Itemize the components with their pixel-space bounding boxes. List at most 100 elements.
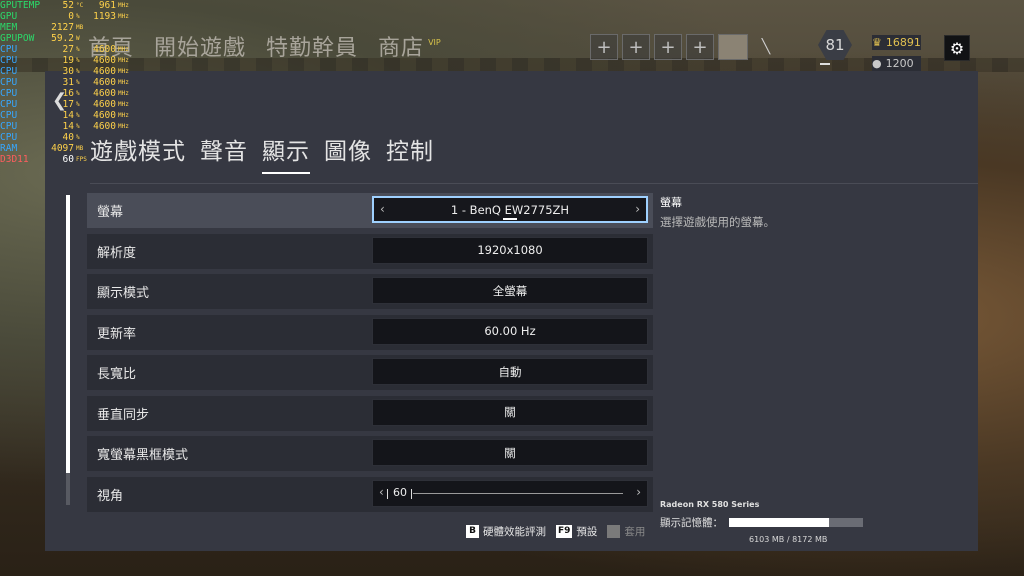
fov-slider[interactable]: ‹ 60 › bbox=[372, 479, 648, 507]
overlay-text: 19 bbox=[62, 55, 74, 66]
vram-usage-bar bbox=[729, 518, 863, 527]
button-label: 硬體效能評測 bbox=[483, 526, 546, 538]
key-hint: B bbox=[466, 525, 479, 538]
overlay-text bbox=[82, 33, 116, 44]
letterbox-selector[interactable]: 關 bbox=[372, 439, 648, 466]
tab-graphics[interactable]: 圖像 bbox=[324, 132, 372, 174]
overlay-text: °C bbox=[76, 2, 84, 9]
overlay-row: MEM 2127 MB bbox=[0, 22, 140, 33]
refresh-rate-selector[interactable]: 60.00 Hz bbox=[372, 317, 648, 345]
settings-list: 螢幕 ‹ 1 - BenQ EW2775ZH › 解析度 1920x1080 顯… bbox=[87, 193, 653, 517]
tab-divider bbox=[90, 183, 978, 184]
arrow-left-icon[interactable]: ‹ bbox=[380, 202, 385, 216]
overlay-text: 4600 bbox=[93, 99, 116, 110]
arrow-left-icon[interactable]: ‹ bbox=[379, 485, 384, 499]
setting-row-letterbox[interactable]: 寬螢幕黑框模式 關 bbox=[87, 436, 653, 471]
currency-display: ♛ 16891 ● 1200 bbox=[872, 35, 921, 76]
overlay-text: 30 bbox=[62, 66, 74, 77]
overlay-text: 4097 bbox=[51, 143, 74, 154]
overlay-text: CPU bbox=[0, 121, 18, 132]
setting-row-refresh-rate[interactable]: 更新率 60.00 Hz bbox=[87, 314, 653, 350]
vsync-selector[interactable]: 關 bbox=[372, 398, 648, 426]
setting-value: 關 bbox=[504, 445, 516, 460]
renown-icon: ♛ bbox=[872, 36, 882, 49]
overlay-text: 14 bbox=[62, 110, 74, 121]
overlay-row: CPU 30% 4600 MHz bbox=[0, 66, 140, 77]
setting-row-aspect-ratio[interactable]: 長寬比 自動 bbox=[87, 355, 653, 390]
settings-gear-icon[interactable]: ⚙ bbox=[944, 35, 970, 61]
overlay-text bbox=[82, 143, 116, 154]
description-text: 選擇遊戲使用的螢幕。 bbox=[660, 215, 775, 229]
overlay-text: CPU bbox=[0, 66, 18, 77]
credits-icon: ● bbox=[872, 56, 882, 70]
nav-operators[interactable]: 特勤幹員 bbox=[266, 30, 358, 62]
overlay-text: MHz bbox=[118, 79, 129, 86]
setting-label: 更新率 bbox=[97, 326, 137, 342]
overlay-row: CPU 40% bbox=[0, 132, 140, 143]
apply-button[interactable]: ■ 套用 bbox=[607, 524, 645, 539]
default-button[interactable]: F9 預設 bbox=[556, 524, 597, 539]
setting-row-resolution[interactable]: 解析度 1920x1080 bbox=[87, 233, 653, 269]
overlay-text: GPUTEMP bbox=[0, 0, 41, 11]
setting-value: 60.00 Hz bbox=[484, 324, 536, 338]
tab-display[interactable]: 顯示 bbox=[262, 132, 310, 174]
overlay-text: 31 bbox=[62, 77, 74, 88]
overlay-text: 40 bbox=[62, 132, 74, 143]
customize-icon[interactable]: ╲ bbox=[752, 34, 780, 60]
overlay-text: MHz bbox=[118, 90, 129, 97]
setting-row-vsync[interactable]: 垂直同步 關 bbox=[87, 395, 653, 431]
setting-row-monitor[interactable]: 螢幕 ‹ 1 - BenQ EW2775ZH › bbox=[87, 193, 653, 228]
aspect-ratio-selector[interactable]: 自動 bbox=[372, 358, 648, 385]
setting-label: 螢幕 bbox=[97, 205, 124, 220]
arrow-right-icon[interactable]: › bbox=[636, 485, 641, 499]
overlay-row: CPU 17% 4600 MHz bbox=[0, 99, 140, 110]
overlay-text: 1193 bbox=[93, 11, 116, 22]
player-avatar[interactable] bbox=[718, 34, 748, 60]
vram-usage-fill bbox=[729, 518, 830, 527]
setting-row-display-mode[interactable]: 顯示模式 全螢幕 bbox=[87, 274, 653, 309]
overlay-text: 4600 bbox=[93, 121, 116, 132]
tab-controls[interactable]: 控制 bbox=[386, 132, 434, 174]
overlay-text: CPU bbox=[0, 99, 18, 110]
resolution-selector[interactable]: 1920x1080 bbox=[372, 236, 648, 264]
setting-description: 螢幕 選擇遊戲使用的螢幕。 bbox=[660, 194, 775, 230]
squad-invite-button[interactable]: + bbox=[622, 34, 650, 60]
overlay-text: 961 bbox=[98, 0, 116, 11]
overlay-text: MHz bbox=[118, 13, 129, 20]
back-arrow-icon[interactable]: ❮ bbox=[52, 90, 67, 111]
overlay-row: CPU 31% 4600 MHz bbox=[0, 77, 140, 88]
slider-handle[interactable] bbox=[411, 488, 412, 499]
overlay-text bbox=[116, 22, 130, 33]
tab-audio[interactable]: 聲音 bbox=[200, 132, 248, 174]
setting-label: 顯示模式 bbox=[97, 286, 150, 301]
overlay-text: GPUPOW bbox=[0, 33, 35, 44]
slider-track[interactable] bbox=[413, 492, 623, 494]
description-title: 螢幕 bbox=[660, 196, 682, 209]
overlay-text bbox=[116, 33, 130, 44]
overlay-text: 4600 bbox=[93, 77, 116, 88]
benchmark-button[interactable]: B 硬體效能評測 bbox=[466, 524, 546, 539]
key-hint: F9 bbox=[556, 525, 573, 538]
key-hint-disabled: ■ bbox=[607, 525, 621, 538]
scrollbar-thumb[interactable] bbox=[66, 195, 70, 473]
setting-row-fov[interactable]: 視角 ‹ 60 › bbox=[87, 476, 653, 512]
display-mode-selector[interactable]: 全螢幕 bbox=[372, 277, 648, 304]
nav-play[interactable]: 開始遊戲 bbox=[154, 30, 246, 62]
overlay-text: FPS bbox=[76, 156, 87, 163]
arrow-right-icon[interactable]: › bbox=[635, 202, 640, 216]
overlay-text: MEM bbox=[0, 22, 18, 33]
overlay-text: % bbox=[76, 68, 80, 75]
overlay-text bbox=[82, 132, 116, 143]
squad-invite-button[interactable]: + bbox=[686, 34, 714, 60]
nav-shop[interactable]: 商店 bbox=[378, 30, 424, 62]
button-label: 預設 bbox=[576, 526, 598, 538]
selection-indicator bbox=[503, 218, 517, 220]
squad-invite-button[interactable]: + bbox=[654, 34, 682, 60]
overlay-text: % bbox=[76, 123, 80, 130]
setting-label: 長寬比 bbox=[97, 367, 137, 382]
renown-amount: 16891 bbox=[885, 36, 921, 49]
overlay-text: W bbox=[76, 35, 80, 42]
monitor-selector[interactable]: ‹ 1 - BenQ EW2775ZH › bbox=[372, 196, 648, 223]
squad-invite-button[interactable]: + bbox=[590, 34, 618, 60]
overlay-text: % bbox=[76, 134, 80, 141]
